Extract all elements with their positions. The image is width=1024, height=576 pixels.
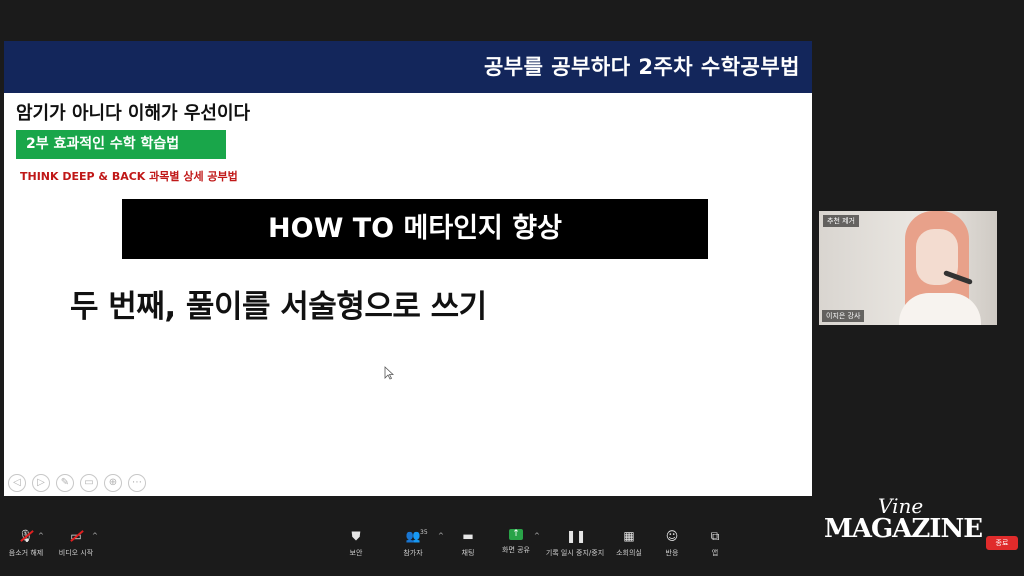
smiley-icon: ☺ <box>665 529 679 543</box>
video-off-icon: ▭ <box>67 529 85 543</box>
share-options-caret-icon[interactable]: ^ <box>534 532 540 540</box>
apps-icon: ⧉ <box>710 529 720 543</box>
apps-button[interactable]: ⧉ 앱 <box>680 529 750 558</box>
topic-banner-text: HOW TO 메타인지 향상 <box>268 213 562 244</box>
slides-overview-icon[interactable]: ▭ <box>80 474 98 492</box>
start-video-button[interactable]: ▭ 비디오 시작 <box>41 529 111 558</box>
microphone-muted-icon: 🎙 <box>17 529 35 543</box>
participants-label: 참가자 <box>403 549 423 557</box>
grid-icon: ▦ <box>623 529 635 543</box>
slide-header-bar: 공부를 공부하다 2주차 수학공부법 <box>4 41 812 93</box>
slide-subtitle: 암기가 아니다 이해가 우선이다 <box>16 103 251 124</box>
share-screen-icon: ↑ <box>509 529 523 540</box>
logo-magazine-text: MAGAZINE <box>824 514 983 544</box>
pause-stop-icon: ❚❚ <box>566 529 587 543</box>
participant-name-tag: 이지은 강사 <box>822 310 865 322</box>
more-options-icon[interactable]: ⋯ <box>128 474 146 492</box>
video-label: 비디오 시작 <box>58 549 94 557</box>
next-slide-icon[interactable]: ▷ <box>32 474 50 492</box>
section-caption: THINK DEEP & BACK 과목별 상세 공부법 <box>20 170 238 183</box>
topic-banner: HOW TO 메타인지 향상 <box>122 199 708 259</box>
vine-magazine-logo: Vine MAGAZINE <box>820 494 990 546</box>
zoom-meeting-window: 공부를 공부하다 2주차 수학공부법 암기가 아니다 이해가 우선이다 2부 효… <box>0 0 1024 576</box>
mute-label: 음소거 해제 <box>8 549 44 557</box>
people-icon: 👥 35 <box>404 529 428 543</box>
shield-icon: ⛊ <box>351 529 361 543</box>
slide-header-title: 공부를 공부하다 2주차 수학공부법 <box>483 55 800 79</box>
apps-label: 앱 <box>711 549 719 557</box>
security-label: 보안 <box>349 549 363 557</box>
previous-slide-icon[interactable]: ◁ <box>8 474 26 492</box>
slideshow-controls: ◁ ▷ ✎ ▭ ⊕ ⋯ <box>8 474 146 492</box>
shared-screen-slide: 공부를 공부하다 2주차 수학공부법 암기가 아니다 이해가 우선이다 2부 효… <box>4 41 812 496</box>
video-options-caret-icon[interactable]: ^ <box>92 532 98 540</box>
video-pin-tag[interactable]: 추천 제거 <box>823 215 859 227</box>
chat-bubble-icon: ▬ <box>462 529 474 543</box>
mouse-cursor-icon <box>384 366 394 380</box>
participant-video-tile[interactable]: 추천 제거 이지은 강사 <box>819 211 997 325</box>
main-point-text: 두 번째, 풀이를 서술형으로 쓰기 <box>70 289 487 325</box>
chat-label: 채팅 <box>461 549 475 557</box>
zoom-icon[interactable]: ⊕ <box>104 474 122 492</box>
reactions-label: 반응 <box>665 549 679 557</box>
pen-icon[interactable]: ✎ <box>56 474 74 492</box>
participants-count: 35 <box>420 529 428 536</box>
end-meeting-button[interactable]: 종료 <box>986 536 1018 550</box>
speaker-body <box>899 293 981 325</box>
share-label: 화면 공유 <box>502 546 530 554</box>
section-label: 2부 효과적인 수학 학습법 <box>16 130 226 159</box>
